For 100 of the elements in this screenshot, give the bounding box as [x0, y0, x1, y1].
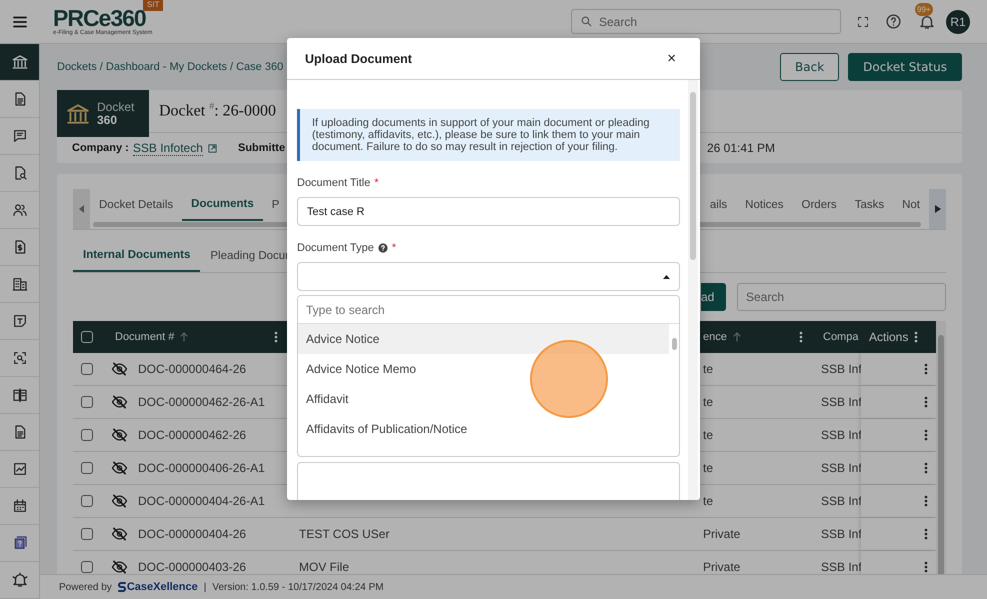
table-cell-text: Private	[702, 560, 742, 574]
help-button[interactable]	[885, 13, 902, 30]
row-actions-button[interactable]	[924, 363, 928, 375]
search-field[interactable]: Search	[571, 9, 841, 34]
field-label: Document Title	[297, 177, 370, 189]
scroll-right-button[interactable]	[929, 189, 946, 229]
docket-title: Docket $^{#}$: 26-0000	[159, 101, 276, 121]
external-link-icon	[206, 142, 218, 154]
dropdown-option[interactable]: Advice Notice	[298, 324, 669, 354]
back-button[interactable]: Back	[780, 53, 840, 81]
chart-icon	[12, 461, 28, 477]
tab[interactable]: Not	[893, 189, 929, 221]
document-number[interactable]: DOC-000000403-26	[138, 560, 246, 574]
submitted-date: 26 01:41 PM	[707, 141, 776, 155]
upload-button[interactable]: ad	[701, 283, 726, 311]
fullscreen-button[interactable]	[857, 16, 869, 28]
user-avatar[interactable]: R1	[946, 10, 970, 34]
table-search-field[interactable]: Search	[737, 283, 946, 311]
kebab-icon	[924, 495, 928, 507]
row-actions-button[interactable]	[924, 462, 928, 474]
tab[interactable]: Notices	[736, 189, 793, 221]
row-actions-button[interactable]	[924, 528, 928, 540]
required-mark: *	[374, 177, 379, 189]
subtab[interactable]: Internal Documents	[73, 240, 200, 272]
document-number[interactable]: DOC-000000464-26	[138, 362, 246, 376]
tab[interactable]: Docket Details	[90, 189, 182, 221]
row-actions-button[interactable]	[924, 396, 928, 408]
dropdown-option[interactable]: Affidavit	[298, 384, 669, 414]
dropdown-option[interactable]: Affidavits of Publication/Notice	[298, 414, 669, 444]
table-cell-text: te	[702, 461, 714, 475]
dropdown-option[interactable]: Advice Notice Memo	[298, 354, 669, 384]
powered-by-text: Powered by	[59, 582, 112, 592]
company-label: Company :	[72, 142, 129, 154]
kebab-icon	[924, 528, 928, 540]
row-actions-button[interactable]	[924, 495, 928, 507]
scrollbar[interactable]	[938, 335, 944, 574]
building-icon	[12, 276, 28, 292]
checkbox[interactable]	[81, 462, 93, 474]
title-input[interactable]: Test case R	[297, 197, 680, 226]
tab[interactable]: ails	[700, 189, 736, 221]
separator: |	[204, 582, 206, 592]
column-header[interactable]: Compa	[823, 331, 858, 343]
table-cell-text: SSB Inf	[820, 395, 861, 409]
checkbox[interactable]	[81, 495, 93, 507]
environment-badge: SIT	[143, 0, 164, 11]
kebab-icon	[924, 396, 928, 408]
document-number[interactable]: DOC-000000462-26	[138, 428, 246, 442]
search-icon	[580, 15, 593, 28]
submitted-label: Submitte	[238, 142, 286, 154]
bell-icon	[10, 571, 28, 589]
checkbox[interactable]	[81, 528, 93, 540]
brand-name: CaseXellence	[126, 581, 198, 593]
kebab-icon	[924, 429, 928, 441]
checkbox[interactable]	[81, 363, 93, 375]
caret-left-icon	[78, 205, 84, 213]
docket-status-button[interactable]: Docket Status	[848, 53, 962, 81]
column-header[interactable]: Actions	[869, 330, 908, 344]
tab[interactable]: P	[262, 189, 288, 221]
field-label: Document Type	[297, 242, 374, 254]
scrollbar[interactable]	[690, 92, 696, 260]
document-number[interactable]: DOC-000000406-26-A1	[138, 461, 265, 475]
tab[interactable]: Orders	[792, 189, 846, 221]
eye-slash-icon	[111, 362, 128, 376]
row-actions-button[interactable]	[924, 561, 928, 573]
document-number[interactable]: DOC-000000462-26-A1	[138, 395, 265, 409]
notification-badge: 99+	[915, 2, 933, 16]
modal-title: Upload Document	[305, 52, 412, 66]
scrollbar[interactable]	[672, 338, 676, 350]
tab[interactable]: Tasks	[846, 189, 894, 221]
document-number[interactable]: DOC-000000404-26-A1	[138, 494, 265, 508]
table-cell-text: SSB Inf	[820, 494, 861, 508]
table-cell-text: te	[702, 395, 714, 409]
checkbox[interactable]	[81, 429, 93, 441]
sidebar-item[interactable]	[0, 44, 39, 81]
breadcrumb: Dockets / Dashboard - My Dockets / Case 360	[57, 61, 284, 73]
caret-up-icon	[663, 274, 670, 278]
help-icon	[885, 13, 902, 30]
table-cell-text: te	[702, 428, 714, 442]
kebab-icon	[924, 363, 928, 375]
company-link[interactable]: SSB Infotech	[132, 140, 203, 156]
scroll-left-button[interactable]	[73, 189, 90, 229]
kebab-icon	[799, 331, 803, 343]
column-header[interactable]: ence	[703, 331, 727, 343]
kebab-icon	[924, 462, 928, 474]
dropdown-search-field[interactable]: Type to search	[298, 296, 679, 324]
table-cell-text: te	[702, 362, 714, 376]
document-number[interactable]: DOC-000000404-26	[138, 527, 246, 541]
chat-icon	[12, 128, 28, 144]
eye-slash-icon	[111, 461, 128, 475]
required-mark: *	[392, 242, 396, 254]
note-icon	[12, 313, 28, 329]
brand-text: Docket	[97, 100, 134, 114]
checkbox[interactable]	[81, 396, 93, 408]
brand-mark-icon	[118, 581, 126, 593]
app-logo: PRCe360	[53, 6, 146, 30]
checkbox[interactable]	[81, 561, 93, 573]
column-header[interactable]: Document #	[115, 331, 174, 343]
close-button[interactable]: ×	[661, 50, 682, 67]
book-icon	[12, 387, 28, 403]
row-actions-button[interactable]	[924, 429, 928, 441]
